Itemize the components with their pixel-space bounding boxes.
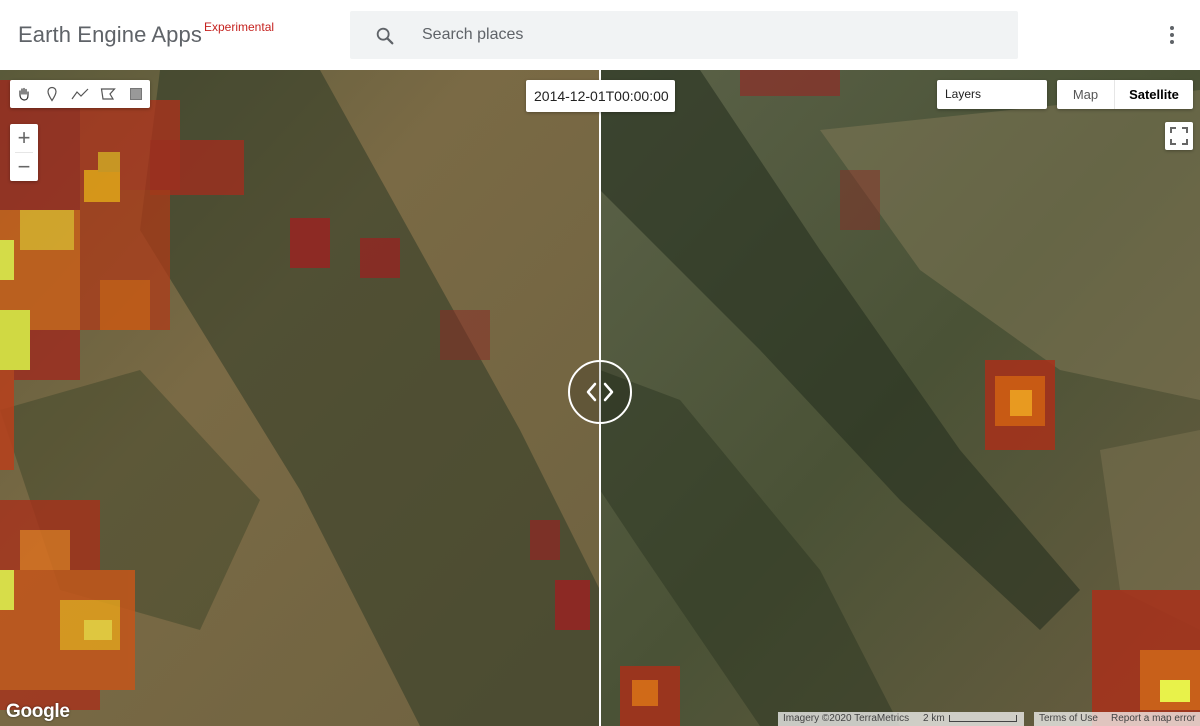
map-type-map-button[interactable]: Map [1057, 80, 1115, 109]
tool-line[interactable] [66, 80, 94, 108]
report-error-link[interactable]: Report a map error [1106, 712, 1200, 726]
fullscreen-button[interactable] [1165, 122, 1193, 150]
search-icon[interactable] [374, 25, 396, 47]
scale-label: 2 km [923, 713, 945, 724]
compare-slider-handle[interactable] [568, 360, 632, 424]
marker-icon [47, 86, 57, 102]
tool-polygon[interactable] [94, 80, 122, 108]
date-label: 2014-12-01T00:00:00 [526, 80, 675, 112]
terms-link[interactable]: Terms of Use [1034, 712, 1106, 726]
google-logo: Google [6, 701, 70, 722]
map-type-control: Map Satellite [1057, 80, 1193, 109]
chevrons-left-right-icon [586, 382, 614, 402]
scale-control[interactable]: 2 km [918, 712, 1024, 726]
tool-pan[interactable] [10, 80, 38, 108]
app-title: Earth Engine Apps [18, 22, 202, 47]
fullscreen-icon [1170, 127, 1188, 145]
zoom-out-button[interactable]: − [10, 153, 38, 181]
zoom-control: + − [10, 124, 38, 181]
app-header: Earth Engine Apps Experimental [0, 0, 1200, 70]
tool-point[interactable] [38, 80, 66, 108]
map-type-satellite-button[interactable]: Satellite [1115, 80, 1193, 109]
more-vert-icon[interactable] [1160, 22, 1184, 48]
layers-button[interactable]: Layers [937, 80, 1047, 109]
drawing-toolbar [10, 80, 150, 108]
imagery-attribution: Imagery ©2020 TerraMetrics [778, 712, 918, 726]
hand-icon [19, 87, 29, 101]
experimental-badge: Experimental [204, 20, 275, 34]
polygon-icon [100, 88, 116, 100]
line-icon [71, 88, 89, 100]
rectangle-icon [130, 88, 142, 100]
map-view[interactable]: + − 2014-12-01T00:00:00 Layers Map Satel… [0, 70, 1200, 726]
search-box[interactable] [350, 11, 1018, 59]
scale-bar [948, 714, 1017, 722]
zoom-in-button[interactable]: + [10, 124, 38, 152]
tool-rectangle[interactable] [122, 80, 150, 108]
search-input[interactable] [422, 11, 982, 59]
